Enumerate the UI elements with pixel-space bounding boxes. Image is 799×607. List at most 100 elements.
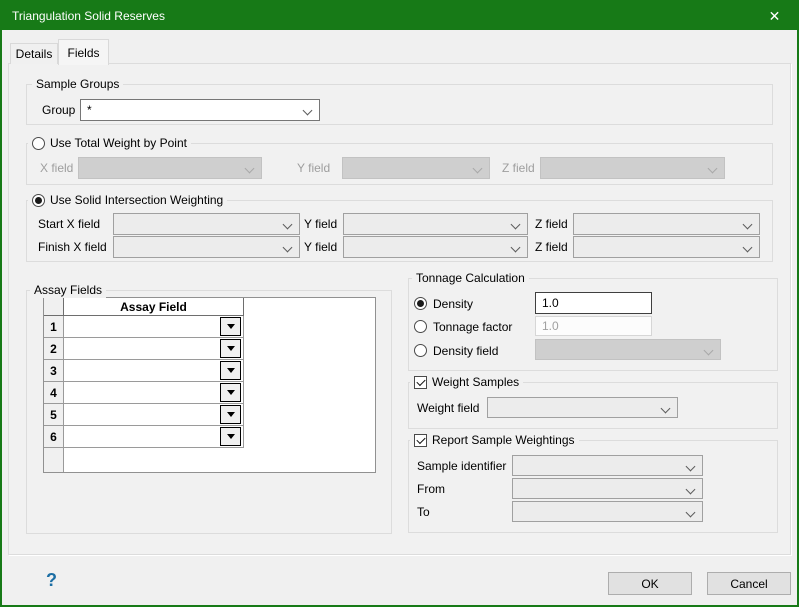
table-corner-cell [44,298,64,316]
finish-z-field-combobox[interactable] [573,236,760,258]
assay-field-cell-5[interactable] [64,404,244,426]
solid-intersection-legend: Use Solid Intersection Weighting [28,192,227,208]
chevron-down-icon [661,404,671,414]
use-total-weight-radio[interactable] [32,137,45,150]
assay-field-cell-4[interactable] [64,382,244,404]
start-z-field-label: Z field [535,213,568,235]
assay-fields-legend: Assay Fields [30,282,106,298]
density-value: 1.0 [542,296,559,310]
chevron-down-icon [283,220,293,230]
density-field-combobox [535,339,721,360]
tonnage-factor-label: Tonnage factor [433,320,512,334]
assay-field-cell-2[interactable] [64,338,244,360]
assay-field-dropdown-2[interactable] [220,339,241,358]
sample-identifier-combobox[interactable] [512,455,703,476]
assay-field-cell-6[interactable] [64,426,244,448]
sample-groups-legend: Sample Groups [32,76,123,92]
row-header-stub [44,448,64,472]
finish-x-field-label: Finish X field [38,236,107,258]
assay-field-dropdown-6[interactable] [220,427,241,446]
group-label: Group [42,99,75,121]
help-icon: ? [46,570,57,590]
row-header-5: 5 [44,404,64,426]
start-z-field-combobox[interactable] [573,213,760,235]
tonnage-legend: Tonnage Calculation [412,270,529,286]
density-radio[interactable] [414,297,427,310]
chevron-down-icon [245,164,255,174]
from-combobox[interactable] [512,478,703,499]
help-button[interactable]: ? [46,570,57,591]
to-combobox[interactable] [512,501,703,522]
tab-fields[interactable]: Fields [58,39,109,65]
total-weight-legend-text: Use Total Weight by Point [50,136,187,150]
chevron-down-icon [686,508,696,518]
cancel-button-label: Cancel [730,577,767,591]
use-solid-intersection-radio[interactable] [32,194,45,207]
tab-details-label: Details [16,47,53,61]
assay-field-cell-1[interactable] [64,316,244,338]
tab-fields-label: Fields [67,46,99,60]
chevron-down-icon [511,220,521,230]
row-header-6: 6 [44,426,64,448]
tonnage-legend-text: Tonnage Calculation [416,271,525,285]
window-title: Triangulation Solid Reserves [12,9,165,23]
group-combobox-value: * [87,103,92,117]
finish-z-field-label: Z field [535,236,568,258]
table-column-header: Assay Field [64,298,244,316]
finish-y-field-label: Y field [304,236,337,258]
triangle-down-icon [227,368,235,373]
tab-details[interactable]: Details [10,43,58,64]
close-button[interactable]: ✕ [752,2,797,30]
solid-intersection-legend-text: Use Solid Intersection Weighting [50,193,223,207]
chevron-down-icon [704,346,714,356]
chevron-down-icon [708,164,718,174]
sample-identifier-label: Sample identifier [417,455,506,476]
group-combobox[interactable]: * [80,99,320,121]
triangle-down-icon [227,434,235,439]
start-x-field-combobox[interactable] [113,213,300,235]
triangle-down-icon [227,390,235,395]
ok-button[interactable]: OK [608,572,692,595]
assay-fields-legend-text: Assay Fields [34,283,102,297]
assay-field-dropdown-1[interactable] [220,317,241,336]
close-icon: ✕ [769,8,781,25]
title-bar: Triangulation Solid Reserves [2,2,797,30]
report-weightings-checkbox[interactable] [414,434,427,447]
z-field-label: Z field [502,157,535,179]
tonnage-factor-radio[interactable] [414,320,427,333]
start-y-field-combobox[interactable] [343,213,528,235]
assay-field-dropdown-5[interactable] [220,405,241,424]
finish-x-field-combobox[interactable] [113,236,300,258]
finish-y-field-combobox[interactable] [343,236,528,258]
row-header-4: 4 [44,382,64,404]
density-field-radio[interactable] [414,344,427,357]
assay-field-dropdown-4[interactable] [220,383,241,402]
chevron-down-icon [686,462,696,472]
row-header-3: 3 [44,360,64,382]
tonnage-factor-radio-row: Tonnage factor [414,316,512,337]
assay-field-cell-3[interactable] [64,360,244,382]
row-header-2: 2 [44,338,64,360]
report-weightings-legend: Report Sample Weightings [410,432,579,448]
chevron-down-icon [473,164,483,174]
start-y-field-label: Y field [304,213,337,235]
report-weightings-legend-text: Report Sample Weightings [432,433,575,447]
chevron-down-icon [283,243,293,253]
assay-field-dropdown-3[interactable] [220,361,241,380]
x-field-combobox [78,157,262,179]
triangle-down-icon [227,412,235,417]
chevron-down-icon [686,485,696,495]
cancel-button[interactable]: Cancel [707,572,791,595]
start-x-field-label: Start X field [38,213,100,235]
y-field-label: Y field [297,157,330,179]
ok-button-label: OK [641,577,658,591]
chevron-down-icon [303,106,313,116]
weight-field-combobox[interactable] [487,397,678,418]
chevron-down-icon [743,220,753,230]
y-field-combobox [342,157,490,179]
tonnage-factor-value: 1.0 [542,319,559,333]
weight-field-label: Weight field [417,397,479,418]
weight-samples-checkbox[interactable] [414,376,427,389]
density-input[interactable]: 1.0 [535,292,652,314]
z-field-combobox [540,157,725,179]
